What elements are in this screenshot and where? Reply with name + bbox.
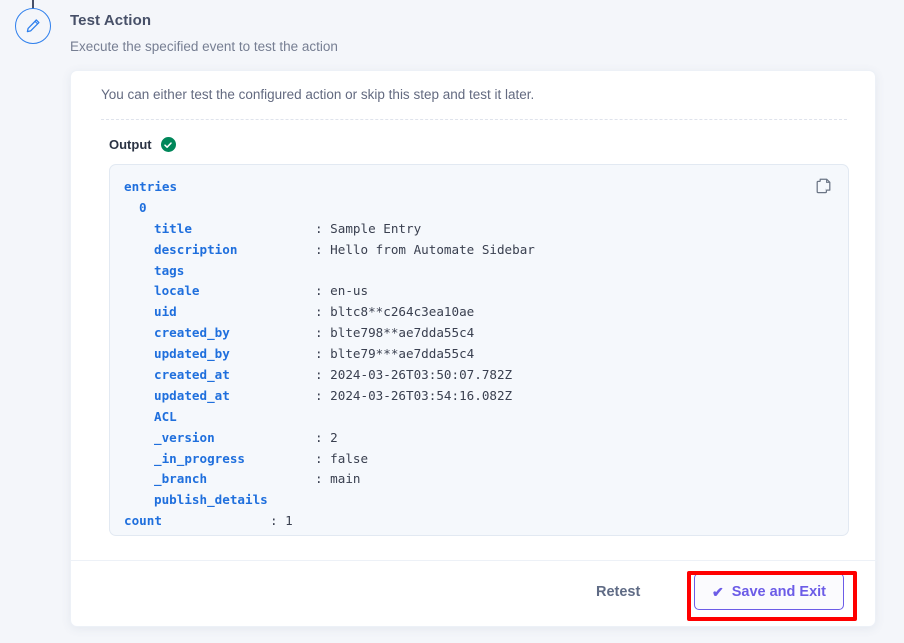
tree-row: tags [124, 261, 535, 282]
test-action-card: You can either test the configured actio… [70, 70, 877, 627]
tree-row: updated_at: 2024-03-26T03:54:16.082Z [124, 386, 535, 407]
output-label: Output [109, 137, 152, 152]
tree-row: count: 1 [124, 511, 535, 532]
green-check-badge-icon [160, 137, 176, 152]
tree-colon: : [315, 346, 331, 362]
tree-colon: : [315, 220, 331, 236]
tree-row: _branch: main [124, 469, 535, 490]
tree-colon: : [315, 241, 331, 257]
tree-value: false [330, 450, 369, 466]
tree-row: ACL [124, 407, 535, 428]
tree-row: locale: en-us [124, 281, 535, 302]
step-rail [0, 0, 70, 643]
page-title: Test Action [70, 12, 152, 29]
tree-value: 1 [285, 513, 293, 529]
output-header: Output [109, 137, 176, 152]
save-and-exit-label: Save and Exit [731, 583, 827, 600]
tree-value: 2024-03-26T03:54:16.082Z [330, 387, 513, 403]
footer-divider [71, 560, 877, 561]
tree-value: bltc8**c264c3ea10ae [330, 304, 475, 320]
copy-icon[interactable] [815, 177, 833, 195]
tree-key: description [154, 241, 238, 257]
output-code-block: entries 0 title: Sample Entry description: … [109, 164, 849, 536]
tree-row: _version: 2 [124, 428, 535, 449]
tree-row: description: Hello from Automate Sidebar [124, 240, 535, 261]
tree-key: 0 [139, 199, 147, 215]
tree-key: entries [124, 179, 178, 194]
tree-value: 2 [330, 429, 338, 445]
tree-row: _in_progress: false [124, 449, 535, 470]
tree-row: publish_details [124, 490, 535, 511]
tree-key: _in_progress [154, 450, 245, 466]
tree-row: created_at: 2024-03-26T03:50:07.782Z [124, 365, 535, 386]
pencil-edit-icon [24, 17, 42, 35]
step-badge[interactable] [15, 8, 51, 44]
card-intro-text: You can either test the configured actio… [101, 87, 535, 102]
tree-key: publish_details [154, 492, 268, 508]
tree-colon: : [315, 325, 331, 341]
tree-colon: : [315, 367, 331, 383]
tree-row: title: Sample Entry [124, 219, 535, 240]
dotted-divider [101, 119, 847, 120]
tree-key: tags [154, 262, 185, 278]
tree-value: Hello from Automate Sidebar [330, 241, 535, 257]
json-tree: entries 0 title: Sample Entry description: … [124, 177, 535, 532]
tree-row: entries [124, 177, 535, 198]
tree-key: created_by [154, 325, 230, 341]
tree-key: title [154, 220, 192, 236]
check-icon: ✔ [711, 583, 724, 600]
tree-value: blte798**ae7dda55c4 [330, 325, 475, 341]
tree-colon: : [315, 283, 331, 299]
page-subtitle: Execute the specified event to test the … [70, 39, 338, 54]
tree-value: Sample Entry [330, 220, 422, 236]
tree-key: created_at [154, 367, 230, 383]
tree-key: ACL [154, 408, 177, 424]
tree-row: created_by: blte798**ae7dda55c4 [124, 323, 535, 344]
tree-colon: : [315, 471, 331, 487]
tree-key: count [124, 513, 162, 529]
tree-key: updated_by [154, 346, 230, 362]
tree-key: _version [154, 429, 215, 445]
retest-button[interactable]: Retest [596, 584, 640, 600]
tree-key: _branch [154, 471, 208, 487]
tree-value: blte79***ae7dda55c4 [330, 346, 475, 362]
tree-colon: : [270, 513, 286, 529]
tree-value: 2024-03-26T03:50:07.782Z [330, 367, 513, 383]
tree-row: updated_by: blte79***ae7dda55c4 [124, 344, 535, 365]
tree-colon: : [315, 387, 331, 403]
tree-row: uid: bltc8**c264c3ea10ae [124, 302, 535, 323]
tree-value: main [330, 471, 361, 487]
tree-key: updated_at [154, 387, 230, 403]
save-and-exit-button[interactable]: ✔ Save and Exit [694, 573, 844, 610]
tree-key: locale [154, 283, 200, 299]
tree-value: en-us [330, 283, 369, 299]
tree-colon: : [315, 304, 331, 320]
tree-colon: : [315, 429, 331, 445]
tree-row: 0 [124, 198, 535, 219]
tree-key: uid [154, 304, 177, 320]
tree-colon: : [315, 450, 331, 466]
